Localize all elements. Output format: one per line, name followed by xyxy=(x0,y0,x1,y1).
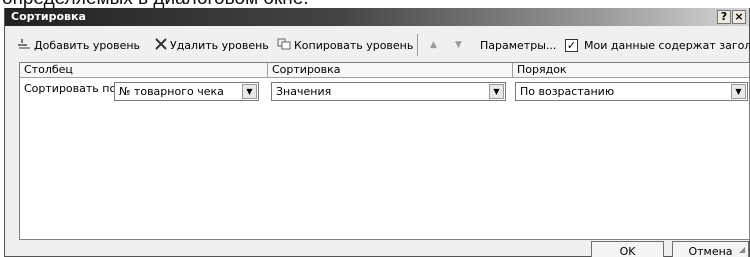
title-bar[interactable]: Сортировка ? × xyxy=(5,8,749,26)
delete-level-label: Удалить уровень xyxy=(170,38,269,52)
sort-dialog: Сортировка ? × Добавить уровень Удалить … xyxy=(4,8,750,257)
delete-icon xyxy=(155,37,167,53)
column-header: Столбец xyxy=(20,63,268,78)
move-up-button[interactable]: ▲ xyxy=(430,34,437,56)
options-button[interactable]: Параметры... xyxy=(480,34,556,56)
headers-checkbox-label: Мои данные содержат заголовки xyxy=(584,38,750,52)
order-select-value: По возрастанию xyxy=(520,85,615,98)
close-button[interactable]: × xyxy=(732,10,746,24)
toolbar-separator xyxy=(417,34,418,56)
add-level-label: Добавить уровень xyxy=(34,38,141,52)
cancel-button[interactable]: Отмена xyxy=(672,241,749,257)
chevron-down-icon[interactable]: ▼ xyxy=(731,84,746,99)
chevron-down-icon[interactable]: ▼ xyxy=(489,84,504,99)
order-header: Порядок xyxy=(517,63,567,76)
move-down-button[interactable]: ▼ xyxy=(455,34,462,56)
list-header: Столбец Сортировка Порядок xyxy=(20,63,749,78)
resize-grip-icon[interactable]: ◢ xyxy=(739,246,747,254)
ok-button[interactable]: OK xyxy=(591,241,664,257)
sort-levels-list: Столбец Сортировка Порядок Сортировать п… xyxy=(19,62,750,240)
copy-level-label: Копировать уровень xyxy=(294,38,414,52)
add-level-icon xyxy=(17,38,31,53)
sort-on-select-value: Значения xyxy=(276,85,332,98)
sort-on-header: Сортировка xyxy=(268,63,513,78)
column-select[interactable]: № товарного чека ▼ xyxy=(114,82,259,101)
toolbar: Добавить уровень Удалить уровень Копиров… xyxy=(5,34,750,56)
dialog-title: Сортировка xyxy=(11,10,86,23)
add-level-button[interactable]: Добавить уровень xyxy=(17,34,140,56)
delete-level-button[interactable]: Удалить уровень xyxy=(155,34,269,56)
sort-level-row[interactable]: Сортировать по № товарного чека ▼ Значен… xyxy=(20,79,749,101)
copy-icon xyxy=(277,38,291,53)
headers-checkbox[interactable]: ✓ Мои данные содержат заголовки xyxy=(565,34,750,56)
checkbox-check-icon[interactable]: ✓ xyxy=(565,38,578,52)
chevron-down-icon[interactable]: ▼ xyxy=(242,84,257,99)
help-button[interactable]: ? xyxy=(717,10,731,24)
sort-on-select[interactable]: Значения ▼ xyxy=(271,82,506,101)
order-select[interactable]: По возрастанию ▼ xyxy=(515,82,748,101)
copy-level-button[interactable]: Копировать уровень xyxy=(277,34,413,56)
column-select-value: № товарного чека xyxy=(119,85,224,98)
sort-by-label: Сортировать по xyxy=(24,82,117,95)
